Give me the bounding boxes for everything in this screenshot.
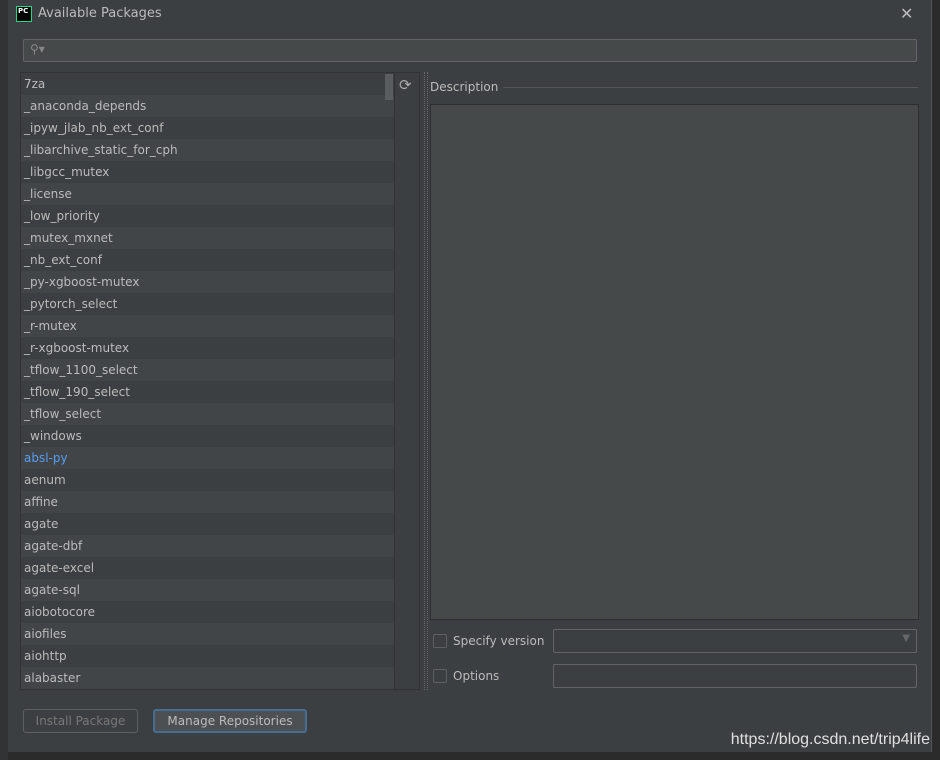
- package-row[interactable]: _r-xgboost-mutex: [21, 337, 394, 359]
- pycharm-logo-icon: PC: [16, 6, 32, 22]
- package-row[interactable]: absl-py: [21, 447, 394, 469]
- package-row[interactable]: agate-excel: [21, 557, 394, 579]
- splitter-handle[interactable]: [424, 72, 428, 690]
- chevron-down-icon: ▼: [902, 633, 910, 644]
- package-row[interactable]: _ipyw_jlab_nb_ext_conf: [21, 117, 394, 139]
- description-label: Description: [430, 80, 499, 94]
- package-row[interactable]: agate: [21, 513, 394, 535]
- package-row[interactable]: _nb_ext_conf: [21, 249, 394, 271]
- divider: [503, 87, 918, 88]
- dialog-title: Available Packages: [38, 6, 162, 21]
- install-package-button[interactable]: Install Package: [23, 709, 138, 733]
- search-input[interactable]: ⚲▾: [23, 39, 917, 62]
- package-row[interactable]: _anaconda_depends: [21, 95, 394, 117]
- specify-version-label: Specify version: [453, 634, 545, 648]
- package-row[interactable]: affine: [21, 491, 394, 513]
- package-row[interactable]: _low_priority: [21, 205, 394, 227]
- package-row[interactable]: alabaster: [21, 667, 394, 689]
- package-list[interactable]: 7za _anaconda_depends _ipyw_jlab_nb_ext_co…: [20, 72, 395, 690]
- manage-repositories-button[interactable]: Manage Repositories: [153, 709, 307, 733]
- package-row[interactable]: _mutex_mxnet: [21, 227, 394, 249]
- description-panel: [430, 104, 919, 620]
- options-input[interactable]: [553, 664, 917, 688]
- specify-version-checkbox[interactable]: [433, 634, 447, 648]
- package-row[interactable]: aenum: [21, 469, 394, 491]
- package-row[interactable]: _pytorch_select: [21, 293, 394, 315]
- close-icon[interactable]: ✕: [900, 4, 913, 23]
- options-label: Options: [453, 669, 500, 683]
- package-row[interactable]: aiofiles: [21, 623, 394, 645]
- package-row[interactable]: aiohttp: [21, 645, 394, 667]
- package-row[interactable]: agate-sql: [21, 579, 394, 601]
- package-row[interactable]: _windows: [21, 425, 394, 447]
- options-checkbox[interactable]: [433, 669, 447, 683]
- package-row[interactable]: agate-dbf: [21, 535, 394, 557]
- package-row[interactable]: _tflow_select: [21, 403, 394, 425]
- background-ide-strip: [0, 0, 8, 760]
- refresh-column: ⟳: [394, 72, 420, 690]
- version-dropdown[interactable]: ▼: [553, 629, 917, 653]
- available-packages-dialog: PC Available Packages ✕ ⚲▾ 7za _anaconda_…: [8, 0, 932, 752]
- package-row[interactable]: 7za: [21, 73, 394, 95]
- watermark: https://blog.csdn.net/trip4life: [730, 731, 930, 748]
- package-row[interactable]: _tflow_190_select: [21, 381, 394, 403]
- package-row[interactable]: _py-xgboost-mutex: [21, 271, 394, 293]
- package-row[interactable]: _license: [21, 183, 394, 205]
- package-row[interactable]: aiobotocore: [21, 601, 394, 623]
- package-row[interactable]: _libarchive_static_for_cph: [21, 139, 394, 161]
- package-row[interactable]: _tflow_1100_select: [21, 359, 394, 381]
- refresh-icon[interactable]: ⟳: [399, 76, 412, 94]
- package-row[interactable]: _libgcc_mutex: [21, 161, 394, 183]
- list-scrollbar[interactable]: [385, 74, 393, 100]
- search-icon: ⚲▾: [30, 42, 45, 56]
- package-row[interactable]: _r-mutex: [21, 315, 394, 337]
